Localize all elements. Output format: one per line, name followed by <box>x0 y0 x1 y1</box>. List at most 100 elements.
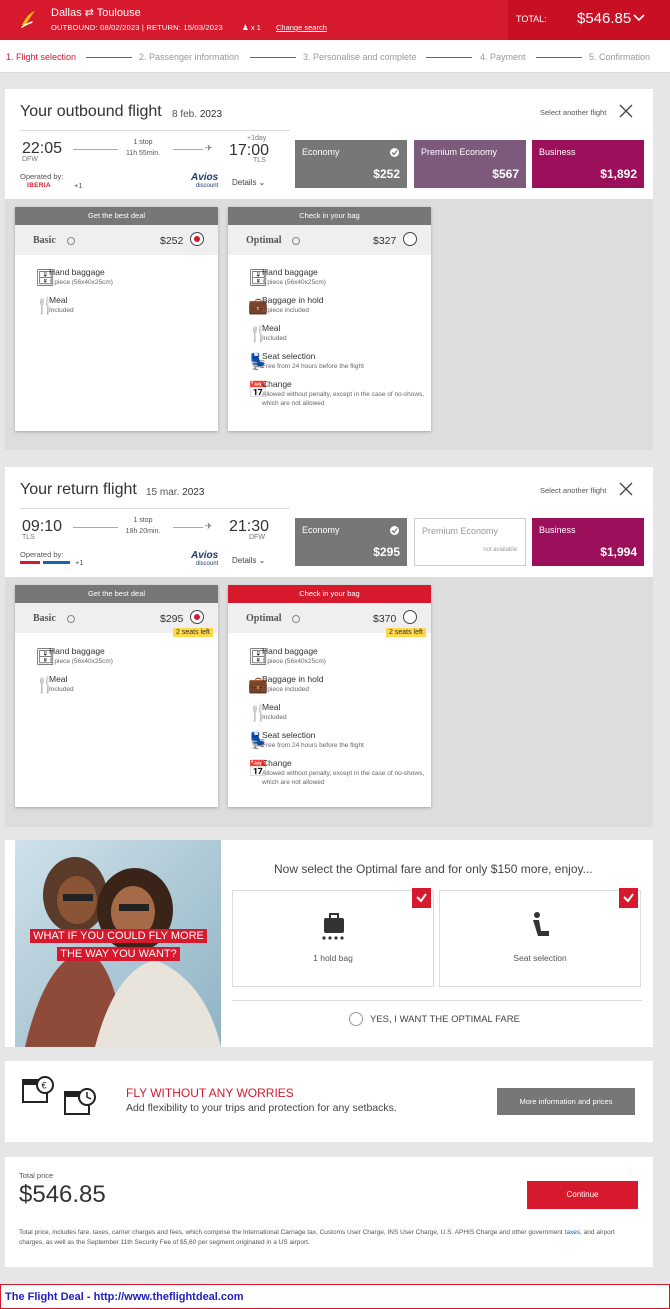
cabin-name: Economy <box>302 525 340 535</box>
fare-price: $327 <box>373 235 397 247</box>
hand-baggage-icon: 🗄 <box>248 649 269 666</box>
info-icon[interactable] <box>67 237 75 245</box>
info-icon[interactable] <box>292 237 300 245</box>
select-another-flight-link[interactable]: Select another flight <box>540 486 606 495</box>
return-date: 15 mar. 2023 <box>146 487 204 498</box>
promo-tagline: WHAT IF YOU COULD FLY MORE THE WAY YOU WA… <box>21 927 216 963</box>
fare-summary: Optimal $327 <box>228 225 431 255</box>
duration-label: 18h 20min. <box>125 528 161 535</box>
cabin-business[interactable]: Business $1,994 <box>532 518 644 566</box>
watermark-footer: The Flight Deal - http://www.theflightde… <box>0 1284 670 1309</box>
select-another-flight-link[interactable]: Select another flight <box>540 108 606 117</box>
plus-day-label: +1day <box>247 135 267 142</box>
promo-tagline-line1: WHAT IF YOU COULD FLY MORE <box>30 929 207 943</box>
svg-text:€: € <box>42 1081 47 1091</box>
search-dates: OUTBOUND: 08/02/2023 | RETURN: 15/03/202… <box>51 23 223 32</box>
feature-desc: 1 piece (56x40x25cm) <box>49 658 113 665</box>
calendar-euro-icon: € <box>22 1076 54 1103</box>
outbound-title: Your outbound flight <box>20 103 162 120</box>
fare-card-basic[interactable]: Get the best deal Basic $295 2 seats lef… <box>15 585 218 807</box>
check-ribbon-icon <box>412 888 431 908</box>
feature-title: Meal <box>262 323 281 333</box>
arrival-airport: DFW <box>249 534 265 541</box>
avios-discount-logo: Avios discount <box>191 173 218 191</box>
check-icon <box>390 526 399 535</box>
meal-icon: 🍴 <box>35 298 55 315</box>
step-divider <box>536 57 582 58</box>
cabin-name: Premium Economy <box>421 147 498 157</box>
feature-desc: 1 piece (56x40x25cm) <box>262 658 326 665</box>
feature-title: Meal <box>262 702 281 712</box>
cabin-price: $567 <box>492 167 519 181</box>
continue-button[interactable]: Continue <box>527 1181 638 1209</box>
change-search-link[interactable]: Change search <box>276 23 327 32</box>
close-icon[interactable] <box>619 482 633 496</box>
cabin-premium-economy[interactable]: Premium Economy $567 <box>414 140 526 188</box>
cabin-economy[interactable]: Economy $252 <box>295 140 407 188</box>
step-passenger-information: 2. Passenger information <box>139 52 240 62</box>
feature-desc: Allowed without penalty, except in the c… <box>262 391 425 407</box>
passenger-count: ♟ x 1 <box>242 23 261 32</box>
cabin-business[interactable]: Business $1,892 <box>532 140 644 188</box>
fare-price: $295 <box>160 613 184 625</box>
fare-radio[interactable] <box>190 610 204 624</box>
fare-card-basic[interactable]: Get the best deal Basic $252 🗄 Hand bagga… <box>15 207 218 431</box>
fare-radio[interactable] <box>403 232 417 246</box>
fare-radio[interactable] <box>403 610 417 624</box>
close-icon[interactable] <box>619 104 633 118</box>
total-label: TOTAL: <box>516 14 547 24</box>
price-note: Total price, includes fare, taxes, carri… <box>19 1228 629 1248</box>
details-link[interactable]: Details ⌄ <box>232 178 265 187</box>
fare-header: Check in your bag <box>228 585 431 603</box>
cabin-economy[interactable]: Economy $295 <box>295 518 407 566</box>
change-calendar-icon: 📅 <box>248 382 268 399</box>
details-link[interactable]: Details ⌄ <box>232 556 265 565</box>
divider <box>232 1000 642 1001</box>
cabin-name: Premium Economy <box>422 526 499 536</box>
avios-sub-label: discount <box>195 561 219 567</box>
total-price-panel: Total price $546.85 Continue Total price… <box>5 1157 653 1267</box>
fare-summary: Basic $252 <box>15 225 218 255</box>
feature-title: Baggage in hold <box>262 295 324 305</box>
fare-card-optimal[interactable]: Check in your bag Optimal $327 🗄 Hand bag… <box>228 207 431 431</box>
outbound-date-year: 2023 <box>199 109 223 120</box>
feature-desc: 1 piece included <box>262 307 309 314</box>
info-icon[interactable] <box>292 615 300 623</box>
meal-icon: 🍴 <box>35 677 55 694</box>
feature-desc: 1 piece (56x40x25cm) <box>262 279 326 286</box>
feature-desc: Free from 24 hours before the flight <box>262 742 364 749</box>
step-flight-selection[interactable]: 1. Flight selection <box>6 52 76 62</box>
check-ribbon-icon <box>619 888 638 908</box>
operated-by-label: Operated by: <box>20 172 64 181</box>
more-info-button[interactable]: More information and prices <box>497 1088 635 1115</box>
fare-radio[interactable] <box>190 232 204 246</box>
feature-title: Change <box>262 758 292 768</box>
seats-left-badge: 2 seats left <box>386 628 426 637</box>
departure-airport: DFW <box>22 156 38 163</box>
taxes-link[interactable]: taxes <box>565 1229 581 1236</box>
optimal-fare-radio[interactable] <box>349 1012 363 1026</box>
return-date-day: 15 mar. <box>146 487 180 498</box>
feature-desc: 1 piece (56x40x25cm) <box>49 279 113 286</box>
fare-name: Optimal <box>246 613 282 624</box>
fare-name: Optimal <box>246 235 282 246</box>
total-price-label: Total price <box>19 1171 54 1180</box>
outbound-flight-panel: Your outbound flight 8 feb. 2023 Select … <box>5 89 653 450</box>
cabin-price: $295 <box>373 545 400 559</box>
route-line <box>173 527 203 528</box>
info-icon[interactable] <box>67 615 75 623</box>
feature-title: Hand baggage <box>262 646 318 656</box>
hand-baggage-icon: 🗄 <box>35 649 56 666</box>
hold-bag-icon <box>322 913 344 940</box>
step-confirmation: 5. Confirmation <box>589 52 651 62</box>
iberia-airline-logo: IBERIA <box>27 182 51 189</box>
optimal-upsell-panel: WHAT IF YOU COULD FLY MORE THE WAY YOU WA… <box>5 840 653 1047</box>
feature-desc: Free from 24 hours before the flight <box>262 363 364 370</box>
chevron-down-icon[interactable] <box>633 12 645 24</box>
cabin-price: $1,892 <box>600 167 637 181</box>
extra-airline-count: +1 <box>74 181 83 190</box>
not-available-label: not available <box>483 547 517 553</box>
fare-card-optimal[interactable]: Check in your bag Optimal $370 2 seats l… <box>228 585 431 807</box>
progress-steps: 1. Flight selection 2. Passenger informa… <box>0 40 670 73</box>
optimal-fare-label[interactable]: YES, I WANT THE OPTIMAL FARE <box>370 1014 520 1025</box>
